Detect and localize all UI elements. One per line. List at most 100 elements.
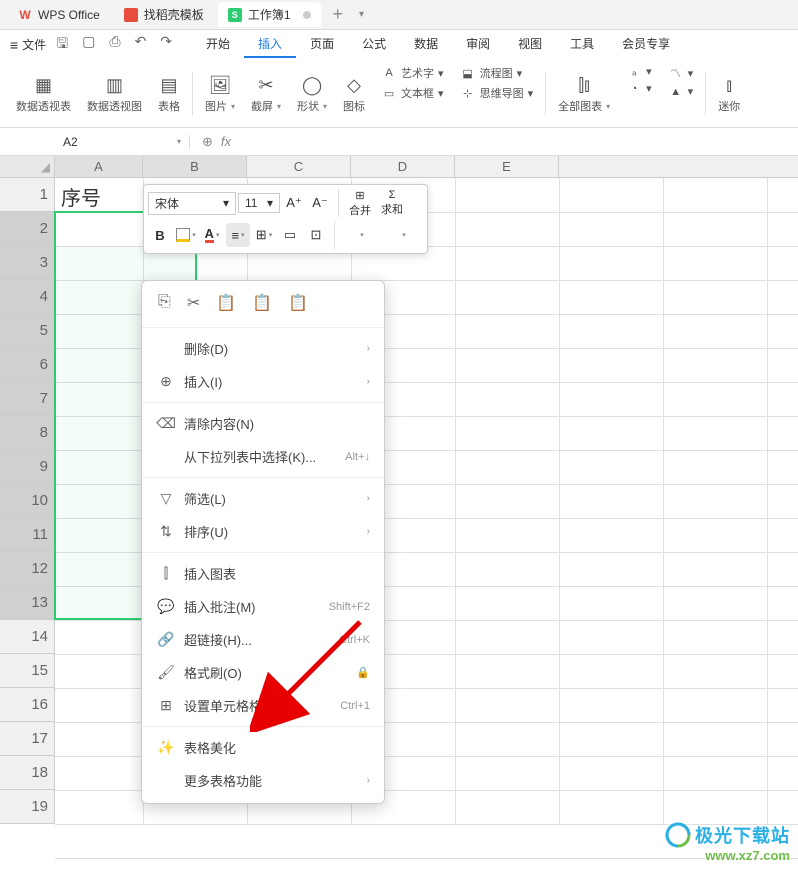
paste-icon[interactable]: 📋 — [216, 293, 236, 313]
align-button[interactable]: ≡▾ — [226, 223, 250, 247]
new-tab-button[interactable]: + — [325, 4, 352, 25]
menu-dropdown-pick[interactable]: 从下拉列表中选择(K)...Alt+↓ — [142, 440, 384, 473]
row-header[interactable]: 19 — [0, 790, 55, 824]
menu-sort[interactable]: ⇅排序(U)› — [142, 515, 384, 548]
merge-button[interactable]: ⊞合并 — [345, 191, 375, 215]
menu-clear[interactable]: ⌫清除内容(N) — [142, 407, 384, 440]
tab-review[interactable]: 审阅 — [452, 31, 504, 58]
icons-button[interactable]: ◇ 图标 — [335, 64, 373, 123]
row-header[interactable]: 16 — [0, 688, 55, 722]
row-header[interactable]: 1 — [0, 178, 55, 212]
column-header-B[interactable]: B — [143, 156, 247, 177]
row-header[interactable]: 11 — [0, 518, 55, 552]
tab-start[interactable]: 开始 — [192, 31, 244, 58]
decrease-font-button[interactable]: A⁻ — [308, 191, 332, 215]
font-select[interactable]: 宋体▾ — [148, 192, 236, 215]
app-tab-wps[interactable]: W WPS Office — [8, 4, 110, 26]
sparkline-button[interactable]: ⫾ 迷你 — [710, 64, 748, 123]
tab-formula[interactable]: 公式 — [348, 31, 400, 58]
menu-beautify[interactable]: ✨表格美化 — [142, 731, 384, 764]
file-menu[interactable]: 文件 — [22, 36, 46, 53]
row-header[interactable]: 9 — [0, 450, 55, 484]
mindmap-button[interactable]: ⊹思维导图▾ — [456, 84, 538, 102]
menu-format-painter[interactable]: 🖌格式刷(O)🔒 — [142, 656, 384, 689]
format-button[interactable]: ⊡ — [304, 223, 328, 247]
menu-delete[interactable]: 删除(D)› — [142, 332, 384, 365]
menu-more[interactable]: 更多表格功能› — [142, 764, 384, 797]
cell-A1[interactable]: 序号 — [55, 178, 143, 212]
tab-data[interactable]: 数据 — [400, 31, 452, 58]
sum-dropdown[interactable]: ▾ — [383, 223, 423, 247]
column-header-E[interactable]: E — [455, 156, 559, 177]
all-charts-button[interactable]: ⫿⫾ 全部图表▾ — [550, 64, 618, 123]
flowchart-button[interactable]: ⬓流程图▾ — [456, 64, 538, 82]
app-tab-workbook[interactable]: S 工作簿1 — [218, 2, 321, 27]
textbox-button[interactable]: ▭文本框▾ — [377, 84, 448, 102]
menu-format-cells[interactable]: ⊞设置单元格格式(F)...Ctrl+1 — [142, 689, 384, 722]
tab-page[interactable]: 页面 — [296, 31, 348, 58]
line-chart-button[interactable]: 〽▾ — [664, 64, 698, 82]
row-header[interactable]: 15 — [0, 654, 55, 688]
select-all-corner[interactable]: ◢ — [0, 156, 55, 177]
tab-dropdown-button[interactable]: ▾ — [359, 9, 364, 20]
menu-hyperlink[interactable]: 🔗超链接(H)...Ctrl+K — [142, 623, 384, 656]
paste-special-icon[interactable]: 📋 — [252, 293, 272, 313]
pivot-chart-button[interactable]: ▥ 数据透视图 — [79, 64, 150, 123]
save-icon[interactable]: 🖫 — [56, 33, 68, 57]
row-header[interactable]: 8 — [0, 416, 55, 450]
row-header[interactable]: 13 — [0, 586, 55, 620]
new-icon[interactable]: ▢ — [82, 33, 95, 57]
undo-icon[interactable]: ↶ — [135, 33, 147, 57]
row-header[interactable]: 12 — [0, 552, 55, 586]
tab-tools[interactable]: 工具 — [556, 31, 608, 58]
copy-icon[interactable]: ⎘ — [158, 293, 171, 313]
formula-bar[interactable]: ⊕ fx — [190, 134, 231, 150]
border-button[interactable]: ⊞▾ — [252, 223, 276, 247]
sum-button[interactable]: Σ求和 — [377, 191, 407, 215]
menu-insert-comment[interactable]: 💬插入批注(M)Shift+F2 — [142, 590, 384, 623]
pie-chart-button[interactable]: ◔▾ — [622, 81, 656, 96]
cell-style-button[interactable]: ▭ — [278, 223, 302, 247]
menu-insert[interactable]: ⊕插入(I)› — [142, 365, 384, 398]
merge-dropdown[interactable]: ▾ — [341, 223, 381, 247]
column-header-D[interactable]: D — [351, 156, 455, 177]
paste-values-icon[interactable]: 📋 — [288, 293, 308, 313]
row-header[interactable]: 18 — [0, 756, 55, 790]
tab-insert[interactable]: 插入 — [244, 31, 296, 58]
bar-chart-button[interactable]: ₐ▾ — [622, 64, 656, 79]
zoom-icon[interactable]: ⊕ — [202, 134, 213, 150]
picture-button[interactable]: 🖼 图片▾ — [197, 64, 243, 123]
pivot-table-button[interactable]: ▦ 数据透视表 — [8, 64, 79, 123]
bold-button[interactable]: B — [148, 223, 172, 247]
row-header[interactable]: 6 — [0, 348, 55, 382]
cut-icon[interactable]: ✂ — [187, 293, 200, 313]
highlight-button[interactable]: ▾ — [174, 223, 198, 247]
redo-icon[interactable]: ↷ — [160, 33, 172, 57]
row-header[interactable]: 10 — [0, 484, 55, 518]
area-chart-button[interactable]: ▲▾ — [664, 84, 698, 99]
column-header-A[interactable]: A — [55, 156, 143, 177]
tab-view[interactable]: 视图 — [504, 31, 556, 58]
fx-icon[interactable]: fx — [221, 134, 231, 149]
font-color-button[interactable]: A▾ — [200, 223, 224, 247]
row-header[interactable]: 3 — [0, 246, 55, 280]
column-header-C[interactable]: C — [247, 156, 351, 177]
tab-member[interactable]: 会员专享 — [608, 31, 684, 58]
row-header[interactable]: 17 — [0, 722, 55, 756]
shapes-button[interactable]: ◯ 形状▾ — [289, 64, 335, 123]
row-header[interactable]: 5 — [0, 314, 55, 348]
row-header[interactable]: 4 — [0, 280, 55, 314]
name-box[interactable]: A2 ▾ — [55, 135, 190, 149]
row-header[interactable]: 2 — [0, 212, 55, 246]
table-button[interactable]: ▤ 表格 — [150, 64, 188, 123]
wordart-button[interactable]: A艺术字▾ — [377, 64, 448, 82]
row-header[interactable]: 7 — [0, 382, 55, 416]
menu-filter[interactable]: ▽筛选(L)› — [142, 482, 384, 515]
print-icon[interactable]: ⎙ — [109, 33, 120, 57]
row-header[interactable]: 14 — [0, 620, 55, 654]
increase-font-button[interactable]: A⁺ — [282, 191, 306, 215]
app-tab-template[interactable]: 找稻壳模板 — [114, 2, 214, 27]
hamburger-icon[interactable]: ≡ — [10, 37, 18, 53]
screenshot-button[interactable]: ✂ 截屏▾ — [243, 64, 289, 123]
menu-insert-chart[interactable]: ⫿插入图表 — [142, 557, 384, 590]
